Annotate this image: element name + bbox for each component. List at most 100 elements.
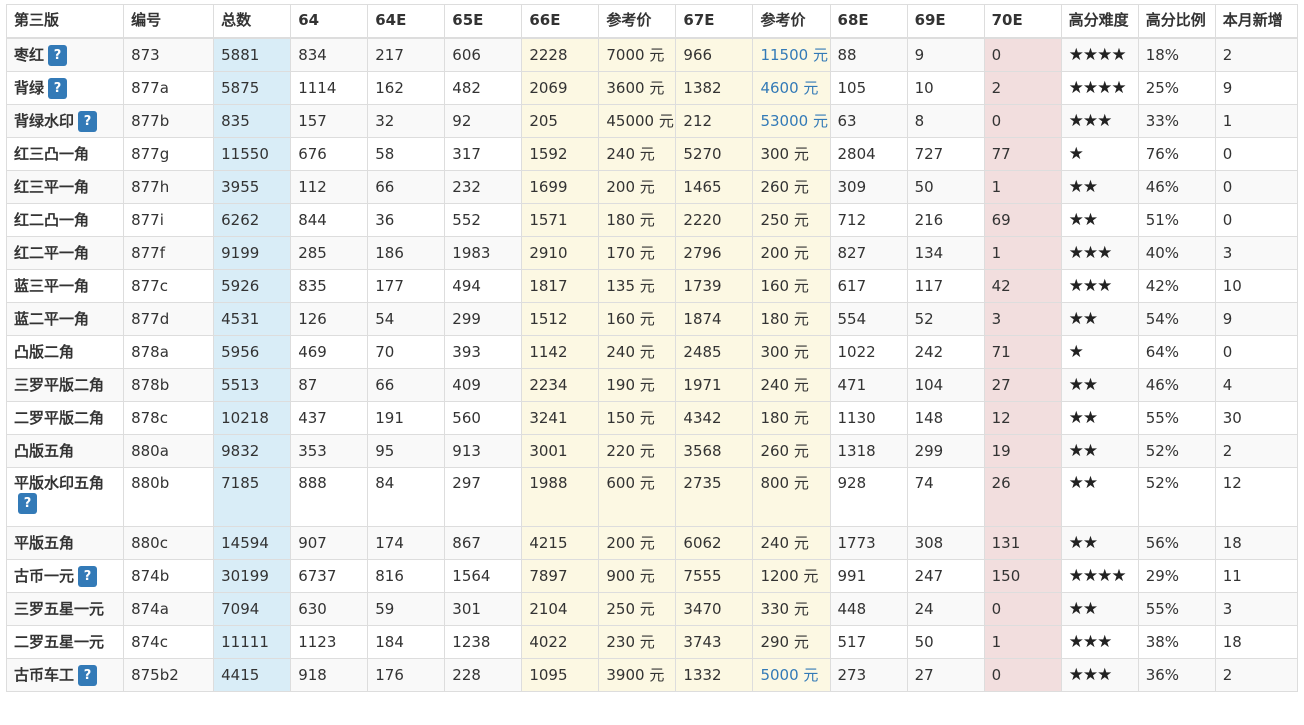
count-70e-cell: 71 <box>983 335 1062 369</box>
count-70e-cell: 2 <box>983 71 1062 105</box>
high-score-ratio-cell: 55% <box>1137 592 1216 626</box>
difficulty-stars: ★★ <box>1060 302 1139 336</box>
count-67e-cell: 1332 <box>675 658 754 692</box>
help-button[interactable]: ? <box>78 110 98 132</box>
total-cell: 11550 <box>213 137 292 171</box>
table-row: 红二平一角 877f 9199 285 186 1983 2910 170 元 2796 200 … <box>5 236 1299 270</box>
count-68e-cell: 1318 <box>829 434 908 468</box>
difficulty-stars: ★★★ <box>1060 658 1139 692</box>
new-this-month-cell: 9 <box>1214 71 1299 105</box>
high-score-ratio-cell: 56% <box>1137 526 1216 560</box>
count-65e-cell: 228 <box>444 658 523 692</box>
count-64-cell: 1123 <box>290 625 369 659</box>
reference-price-2-cell[interactable]: 53000 元 <box>752 104 831 138</box>
header-64[interactable]: 64 <box>290 4 369 39</box>
header-69e[interactable]: 69E <box>906 4 985 39</box>
count-70e-cell: 19 <box>983 434 1062 468</box>
header-70e[interactable]: 70E <box>983 4 1062 39</box>
row-name: 平版水印五角 <box>14 474 105 492</box>
row-name: 枣红 <box>14 45 45 64</box>
count-64e-cell: 186 <box>367 236 446 270</box>
reference-price-1-cell: 135 元 <box>598 269 677 303</box>
count-64-cell: 285 <box>290 236 369 270</box>
count-66e-cell: 1142 <box>521 335 600 369</box>
total-cell: 14594 <box>213 526 292 560</box>
reference-price-2-cell[interactable]: 5000 元 <box>752 658 831 692</box>
count-68e-cell: 105 <box>829 71 908 105</box>
reference-price-1-cell: 900 元 <box>598 559 677 593</box>
high-score-ratio-cell: 52% <box>1137 434 1216 468</box>
count-70e-cell: 12 <box>983 401 1062 435</box>
help-button[interactable]: ? <box>78 565 98 587</box>
table-body: 枣红? 873 5881 834 217 606 2228 7000 元 966 11500 元8… <box>5 37 1299 692</box>
table-row: 蓝三平一角 877c 5926 835 177 494 1817 135 元 1739 160 元… <box>5 269 1299 303</box>
reference-price-1-cell: 3600 元 <box>598 71 677 105</box>
count-64e-cell: 177 <box>367 269 446 303</box>
reference-price-1-cell: 190 元 <box>598 368 677 402</box>
header-64e[interactable]: 64E <box>367 4 446 39</box>
table-row: 二罗平版二角 878c 10218 437 191 560 3241 150 元 4342 180… <box>5 401 1299 435</box>
row-name-cell: 平版五角 <box>5 526 125 560</box>
difficulty-stars: ★★ <box>1060 434 1139 468</box>
count-64-cell: 834 <box>290 37 369 72</box>
table-row: 二罗五星一元 874c 11111 1123 184 1238 4022 230 元 3743 2… <box>5 625 1299 659</box>
row-name-cell: 背绿? <box>5 71 125 105</box>
high-score-ratio-cell: 36% <box>1137 658 1216 692</box>
header-65e[interactable]: 65E <box>444 4 523 39</box>
help-button[interactable]: ? <box>18 493 37 514</box>
difficulty-stars: ★★★ <box>1060 236 1139 270</box>
count-69e-cell: 308 <box>906 526 985 560</box>
count-66e-cell: 1817 <box>521 269 600 303</box>
count-70e-cell: 0 <box>983 104 1062 138</box>
help-button[interactable]: ? <box>78 664 98 686</box>
count-64-cell: 437 <box>290 401 369 435</box>
count-67e-cell: 6062 <box>675 526 754 560</box>
row-name-cell: 红二凸一角 <box>5 203 125 237</box>
reference-price-2-cell: 800 元 <box>752 467 831 527</box>
high-score-ratio-cell: 29% <box>1137 559 1216 593</box>
code-cell: 877c <box>123 269 215 303</box>
count-64-cell: 126 <box>290 302 369 336</box>
header-price-1[interactable]: 参考价 <box>598 4 677 39</box>
header-new-this-month[interactable]: 本月新增 <box>1214 4 1299 39</box>
count-69e-cell: 52 <box>906 302 985 336</box>
reference-price-2-cell: 250 元 <box>752 203 831 237</box>
header-67e[interactable]: 67E <box>675 4 754 39</box>
difficulty-stars: ★★ <box>1060 203 1139 237</box>
difficulty-stars: ★★ <box>1060 170 1139 204</box>
reference-price-2-cell[interactable]: 11500 元 <box>752 37 831 72</box>
header-68e[interactable]: 68E <box>829 4 908 39</box>
header-difficulty[interactable]: 高分难度 <box>1060 4 1139 39</box>
count-64e-cell: 174 <box>367 526 446 560</box>
count-66e-cell: 3241 <box>521 401 600 435</box>
table-row: 蓝二平一角 877d 4531 126 54 299 1512 160 元 1874 180 元5… <box>5 302 1299 336</box>
help-button[interactable]: ? <box>48 77 68 99</box>
table-row: 红二凸一角 877i 6262 844 36 552 1571 180 元 2220 250 元7… <box>5 203 1299 237</box>
row-name-cell: 二罗平版二角 <box>5 401 125 435</box>
table-row: 红三凸一角 877g 11550 676 58 317 1592 240 元 5270 300 元… <box>5 137 1299 171</box>
reference-price-1-cell: 200 元 <box>598 170 677 204</box>
header-66e[interactable]: 66E <box>521 4 600 39</box>
header-total[interactable]: 总数 <box>213 4 292 39</box>
reference-price-2-cell: 1200 元 <box>752 559 831 593</box>
header-high-ratio[interactable]: 高分比例 <box>1137 4 1216 39</box>
high-score-ratio-cell: 46% <box>1137 368 1216 402</box>
help-button[interactable]: ? <box>48 44 68 66</box>
reference-price-1-cell: 200 元 <box>598 526 677 560</box>
count-65e-cell: 552 <box>444 203 523 237</box>
reference-price-2-cell[interactable]: 4600 元 <box>752 71 831 105</box>
code-cell: 875b2 <box>123 658 215 692</box>
total-cell: 4415 <box>213 658 292 692</box>
count-65e-cell: 393 <box>444 335 523 369</box>
count-64-cell: 907 <box>290 526 369 560</box>
count-70e-cell: 150 <box>983 559 1062 593</box>
row-name: 古币一元 <box>14 566 75 585</box>
count-66e-cell: 1571 <box>521 203 600 237</box>
header-edition[interactable]: 第三版 <box>5 4 125 39</box>
high-score-ratio-cell: 42% <box>1137 269 1216 303</box>
count-69e-cell: 50 <box>906 625 985 659</box>
header-price-2[interactable]: 参考价 <box>752 4 831 39</box>
header-code[interactable]: 编号 <box>123 4 215 39</box>
difficulty-stars: ★ <box>1060 335 1139 369</box>
count-70e-cell: 26 <box>983 467 1062 527</box>
